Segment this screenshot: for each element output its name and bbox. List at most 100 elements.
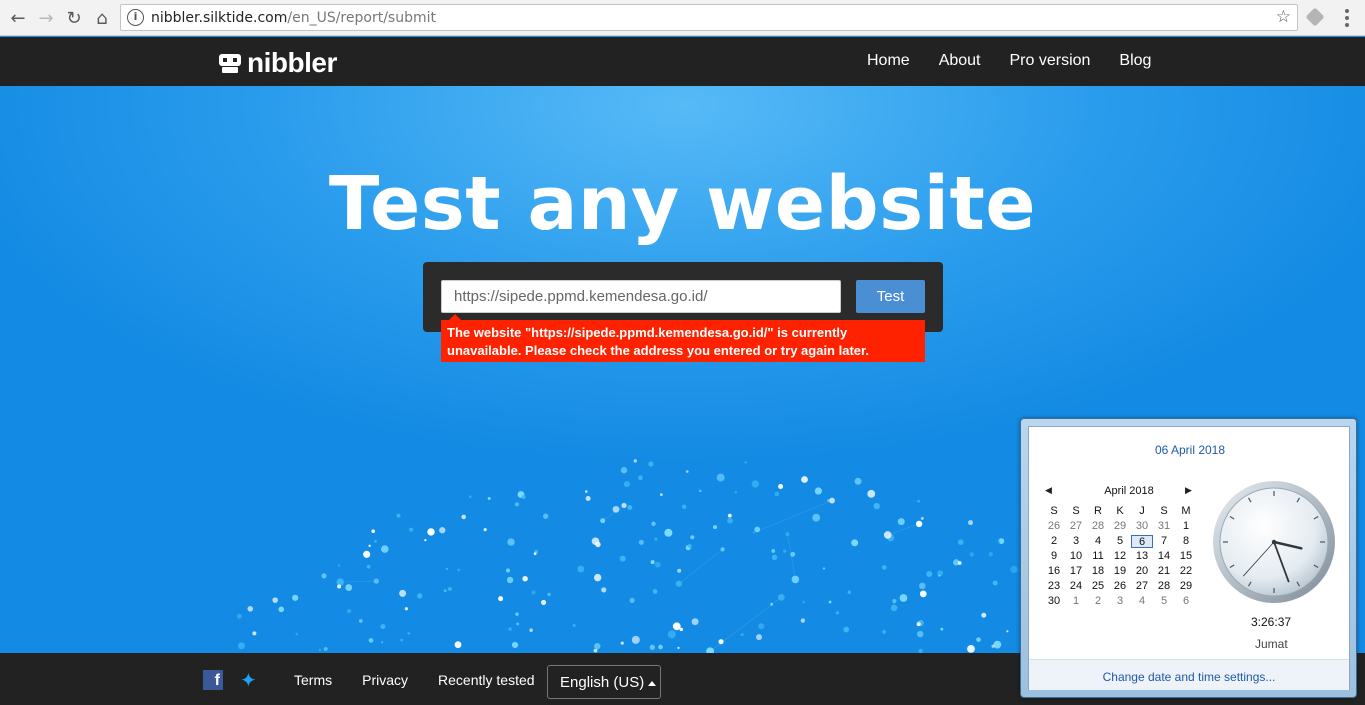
calendar-day[interactable]: 12 bbox=[1109, 550, 1131, 563]
calendar-day[interactable]: 26 bbox=[1109, 580, 1131, 593]
calendar-header: ◀ April 2018 ▶ bbox=[1043, 485, 1215, 503]
hero-title: Test any website bbox=[328, 161, 1037, 247]
calendar-day[interactable]: 20 bbox=[1131, 565, 1153, 578]
nibbler-logo-icon bbox=[219, 51, 241, 75]
day-name: Jumat bbox=[1255, 637, 1288, 651]
calendar-day[interactable]: 29 bbox=[1175, 580, 1197, 593]
weekday-header: J bbox=[1139, 505, 1145, 517]
back-arrow-icon[interactable]: ← bbox=[6, 6, 30, 30]
nav-home[interactable]: Home bbox=[867, 52, 910, 70]
next-month-icon[interactable]: ▶ bbox=[1185, 486, 1192, 496]
calendar-day[interactable]: 25 bbox=[1087, 580, 1109, 593]
calendar-day[interactable]: 27 bbox=[1065, 520, 1087, 533]
error-line-2: unavailable. Please check the address yo… bbox=[447, 343, 869, 358]
error-message: The website "https://sipede.ppmd.kemende… bbox=[441, 314, 925, 362]
calendar-day[interactable]: 15 bbox=[1175, 550, 1197, 563]
date-time-popup: 06 April 2018 ◀ April 2018 ▶ S S R K J S M 26 27… bbox=[1020, 418, 1357, 698]
calendar-day[interactable]: 30 bbox=[1043, 595, 1065, 608]
logo[interactable]: nibbler bbox=[219, 47, 337, 79]
weekday-header: S bbox=[1072, 505, 1080, 517]
star-icon[interactable]: ☆ bbox=[1276, 7, 1291, 27]
browser-toolbar: ← → ↻ ⌂ i nibbler.silktide.com/en_US/rep… bbox=[0, 0, 1365, 36]
calendar-day[interactable]: 6 bbox=[1175, 595, 1197, 608]
calendar-day[interactable]: 23 bbox=[1043, 580, 1065, 593]
calendar-day[interactable]: 13 bbox=[1131, 550, 1153, 563]
forward-arrow-icon[interactable]: → bbox=[34, 6, 58, 30]
facebook-icon[interactable]: f bbox=[203, 670, 223, 690]
calendar-day[interactable]: 3 bbox=[1109, 595, 1131, 608]
date-time-panel: 06 April 2018 ◀ April 2018 ▶ S S R K J S M 26 27… bbox=[1028, 426, 1350, 690]
calendar-grid: S S R K J S M 26 27 28 29 30 31 1 2 3 4 5 6 7 8 9 10 11 12 13 14 15… bbox=[1043, 505, 1215, 608]
calendar-day[interactable]: 16 bbox=[1043, 565, 1065, 578]
analog-clock bbox=[1213, 481, 1335, 603]
language-select[interactable]: English (US) bbox=[547, 665, 661, 699]
nav-pro-version[interactable]: Pro version bbox=[1010, 52, 1091, 70]
footer-link-terms[interactable]: Terms bbox=[294, 672, 332, 688]
calendar-day[interactable]: 24 bbox=[1065, 580, 1087, 593]
calendar-month[interactable]: April 2018 bbox=[1104, 485, 1154, 497]
twitter-icon[interactable]: ✦ bbox=[240, 668, 257, 692]
calendar-day[interactable]: 1 bbox=[1065, 595, 1087, 608]
reload-icon[interactable]: ↻ bbox=[62, 6, 86, 30]
main-nav: Home About Pro version Blog bbox=[867, 52, 1151, 70]
calendar-day[interactable]: 21 bbox=[1153, 565, 1175, 578]
calendar-day[interactable]: 17 bbox=[1065, 565, 1087, 578]
menu-icon[interactable] bbox=[1336, 6, 1358, 30]
extension-icon[interactable] bbox=[1305, 7, 1325, 27]
calendar-day[interactable]: 10 bbox=[1065, 550, 1087, 563]
calendar-day[interactable]: 9 bbox=[1043, 550, 1065, 563]
weekday-header: S bbox=[1050, 505, 1058, 517]
prev-month-icon[interactable]: ◀ bbox=[1045, 486, 1052, 496]
error-line-1: The website "https://sipede.ppmd.kemende… bbox=[447, 325, 848, 340]
calendar-day[interactable]: 8 bbox=[1175, 535, 1197, 548]
calendar-day[interactable]: 3 bbox=[1065, 535, 1087, 548]
weekday-header: R bbox=[1094, 505, 1102, 517]
info-icon[interactable]: i bbox=[127, 9, 144, 26]
address-bar[interactable]: i nibbler.silktide.com/en_US/report/subm… bbox=[120, 4, 1298, 31]
calendar-day[interactable]: 11 bbox=[1087, 550, 1109, 563]
calendar-day[interactable]: 19 bbox=[1109, 565, 1131, 578]
calendar-day[interactable]: 5 bbox=[1109, 535, 1131, 548]
footer-link-recently-tested[interactable]: Recently tested bbox=[438, 672, 535, 688]
calendar-day[interactable]: 29 bbox=[1109, 520, 1131, 533]
clock-footer: Change date and time settings... bbox=[1029, 659, 1349, 690]
weekday-header: M bbox=[1181, 505, 1191, 517]
calendar-day[interactable]: 5 bbox=[1153, 595, 1175, 608]
site-header: nibbler Home About Pro version Blog bbox=[0, 37, 1365, 86]
footer-links: Terms Privacy Recently tested bbox=[294, 672, 535, 688]
footer-link-privacy[interactable]: Privacy bbox=[362, 672, 408, 688]
calendar-day[interactable]: 28 bbox=[1153, 580, 1175, 593]
home-icon[interactable]: ⌂ bbox=[90, 6, 114, 30]
change-date-time-settings-link[interactable]: Change date and time settings... bbox=[1103, 670, 1276, 684]
weekday-header: K bbox=[1116, 505, 1124, 517]
calendar-day[interactable]: 18 bbox=[1087, 565, 1109, 578]
calendar-day[interactable]: 2 bbox=[1043, 535, 1065, 548]
language-value: English (US) bbox=[560, 674, 645, 691]
calendar-day[interactable]: 4 bbox=[1087, 535, 1109, 548]
nav-about[interactable]: About bbox=[939, 52, 981, 70]
calendar-day[interactable]: 30 bbox=[1131, 520, 1153, 533]
caret-up-icon bbox=[648, 680, 657, 686]
calendar-day[interactable]: 27 bbox=[1131, 580, 1153, 593]
calendar-day[interactable]: 26 bbox=[1043, 520, 1065, 533]
calendar-day[interactable]: 14 bbox=[1153, 550, 1175, 563]
logo-text: nibbler bbox=[247, 47, 337, 78]
calendar-day[interactable]: 28 bbox=[1087, 520, 1109, 533]
url-host: nibbler.silktide.com bbox=[151, 10, 288, 26]
full-date[interactable]: 06 April 2018 bbox=[1029, 443, 1351, 457]
url-path: /en_US/report/submit bbox=[287, 10, 436, 26]
url-input[interactable] bbox=[441, 280, 841, 313]
test-button[interactable]: Test bbox=[856, 280, 925, 313]
weekday-header: S bbox=[1160, 505, 1168, 517]
calendar-day[interactable]: 31 bbox=[1153, 520, 1175, 533]
calendar-day[interactable]: 4 bbox=[1131, 595, 1153, 608]
calendar-day[interactable]: 1 bbox=[1175, 520, 1197, 533]
calendar-day[interactable]: 6 bbox=[1131, 535, 1153, 548]
calendar-day[interactable]: 7 bbox=[1153, 535, 1175, 548]
calendar-day[interactable]: 2 bbox=[1087, 595, 1109, 608]
address-url[interactable]: nibbler.silktide.com/en_US/report/submit bbox=[151, 10, 436, 26]
nav-blog[interactable]: Blog bbox=[1119, 52, 1151, 70]
digital-time: 3:26:37 bbox=[1251, 615, 1292, 629]
calendar: ◀ April 2018 ▶ S S R K J S M 26 27 28 29 30 31 1 2 3 4 5 6… bbox=[1043, 485, 1215, 608]
calendar-day[interactable]: 22 bbox=[1175, 565, 1197, 578]
